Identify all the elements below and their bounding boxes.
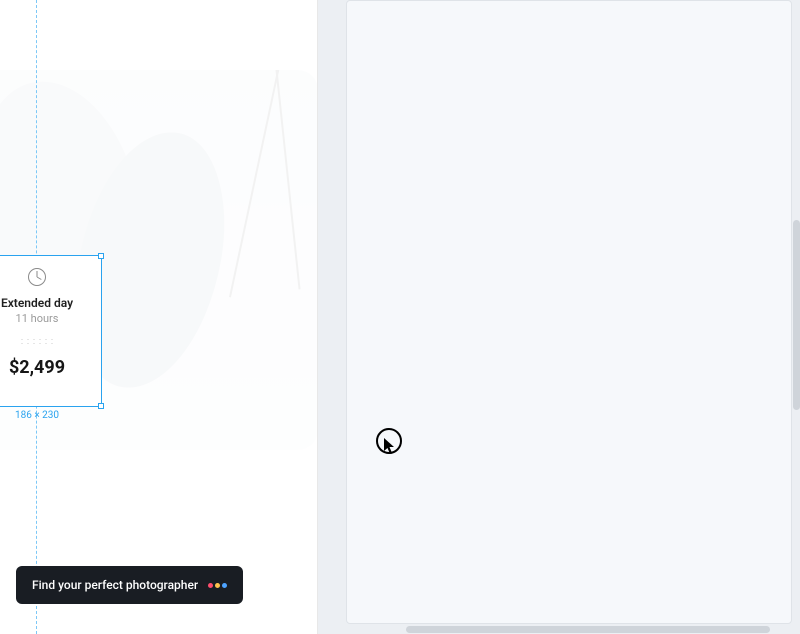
cursor-arrow-icon — [383, 437, 397, 455]
clock-icon — [28, 268, 46, 286]
selection-dimensions: 186 × 230 — [0, 410, 102, 421]
horizontal-scrollbar[interactable] — [406, 626, 770, 633]
resize-handle-tr[interactable] — [98, 253, 104, 259]
pricing-card-selected[interactable]: Extended day 11 hours $2,499 — [0, 255, 102, 407]
design-canvas[interactable]: Extended day 11 hours $2,499 186 × 230 F… — [0, 0, 318, 634]
cta-label: Find your perfect photographer — [32, 578, 198, 592]
panel-gap — [318, 0, 346, 634]
find-photographer-button[interactable]: Find your perfect photographer — [16, 566, 243, 604]
pricing-card-subtitle: 11 hours — [16, 312, 59, 325]
pricing-card-price: $2,499 — [9, 357, 65, 378]
preview-panel[interactable] — [346, 0, 800, 634]
pricing-card-title: Extended day — [1, 296, 73, 310]
divider-icon — [19, 339, 55, 347]
colored-dots-icon — [208, 583, 227, 588]
resize-handle-br[interactable] — [98, 403, 104, 409]
vertical-scrollbar[interactable] — [793, 220, 800, 410]
preview-frame[interactable] — [346, 0, 792, 624]
